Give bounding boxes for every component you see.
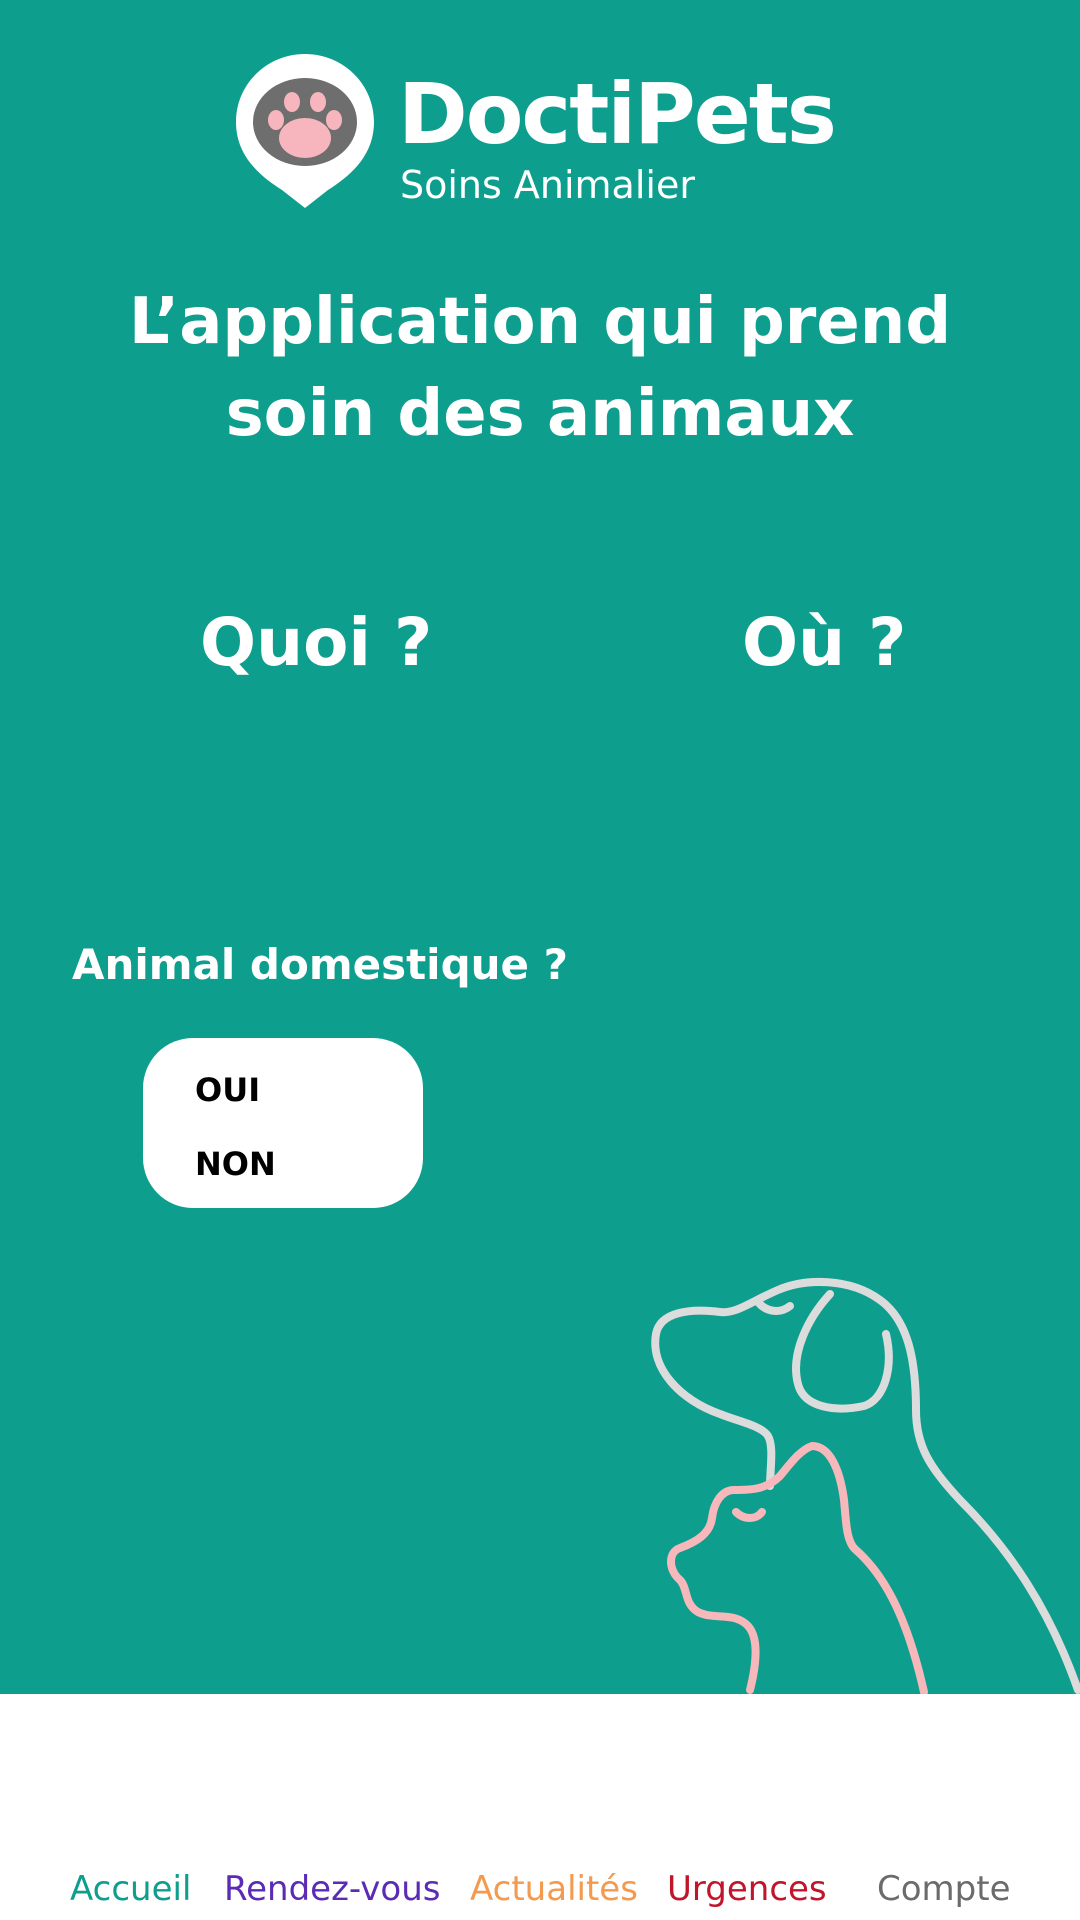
paw-pin-icon [236, 54, 374, 208]
nav-item-accueil[interactable]: Accueil [70, 1872, 191, 1906]
nav-item-compte[interactable]: Compte [877, 1872, 1011, 1906]
nav-item-actualites[interactable]: Actualités [470, 1872, 638, 1906]
option-yes[interactable]: OUI [195, 1074, 260, 1106]
brand-tagline: Soins Animalier [400, 163, 695, 207]
nav-item-rendez-vous[interactable]: Rendez-vous [224, 1872, 440, 1906]
cat-outline [667, 1442, 928, 1694]
option-no[interactable]: NON [195, 1148, 276, 1180]
dog-cat-illustration [651, 1278, 1080, 1694]
headline-line-1: L’application qui prend [128, 285, 952, 359]
hero-section: DoctiPets Soins Animalier L’application … [0, 0, 1080, 1694]
what-search-button[interactable]: Quoi ? [200, 610, 432, 676]
domestic-choice-box: OUI NON [143, 1038, 423, 1208]
nav-item-urgences[interactable]: Urgences [667, 1872, 827, 1906]
brand-name: DoctiPets [398, 65, 837, 163]
domestic-question: Animal domestique ? [72, 940, 569, 989]
dog-outline [651, 1278, 1080, 1694]
where-search-button[interactable]: Où ? [742, 610, 906, 676]
headline-line-2: soin des animaux [225, 377, 855, 451]
page-headline: L’application qui prend soin des animaux [0, 276, 1080, 460]
